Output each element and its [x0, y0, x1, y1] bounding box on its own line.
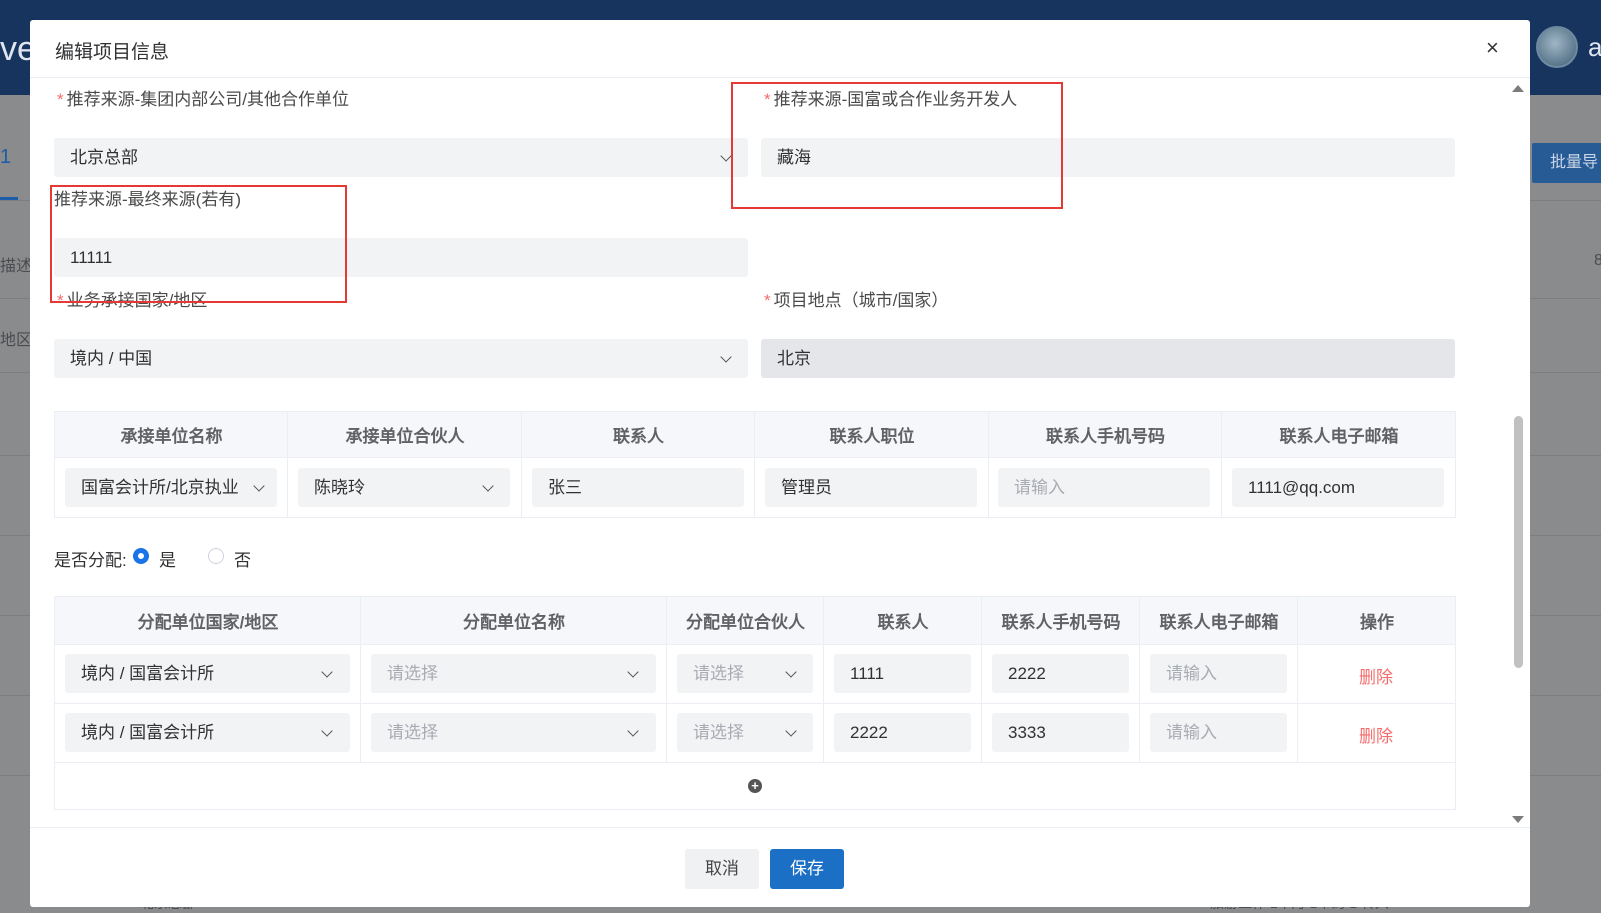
allocation-unit-select[interactable]: 请选择 [371, 654, 656, 693]
allocation-no-radio[interactable] [208, 548, 224, 564]
column-header: 联系人 [613, 427, 664, 446]
scroll-up-arrow-icon[interactable] [1512, 85, 1524, 92]
allocation-region-cascader[interactable]: 境内 / 国富会计所 [65, 654, 350, 693]
column-header: 联系人职位 [829, 427, 915, 446]
table-border [1455, 596, 1456, 810]
allocation-no-label[interactable]: 否 [234, 546, 251, 571]
undertake-position-input[interactable]: 管理员 [765, 468, 977, 507]
delete-link[interactable]: 删除 [1359, 722, 1393, 747]
column-header: 联系人手机号码 [1001, 613, 1121, 632]
allocation-label: 是否分配: [54, 551, 127, 570]
chevron-down-icon [627, 725, 639, 737]
table-border [287, 411, 288, 518]
undertake-partner-select[interactable]: 陈晓玲 [298, 468, 510, 507]
chevron-down-icon [482, 480, 494, 492]
user-name[interactable]: a [1588, 32, 1601, 63]
column-header: 承接单位合伙人 [345, 427, 465, 446]
cancel-button[interactable]: 取消 [685, 849, 759, 889]
background-tab: 1 [0, 146, 12, 168]
dialog-footer: 取消 保存 [30, 827, 1530, 907]
background-text: 地区 [0, 332, 33, 349]
column-header: 联系人 [877, 613, 929, 632]
close-icon[interactable]: × [1486, 35, 1499, 61]
allocation-phone-input[interactable]: 2222 [992, 654, 1129, 693]
table-border [1455, 411, 1456, 518]
table-border [54, 517, 1456, 518]
chevron-down-icon [720, 150, 732, 162]
table-border [823, 596, 824, 763]
column-header: 联系人电子邮箱 [1279, 427, 1399, 446]
undertake-unit-select[interactable]: 国富会计所/北京执业 [65, 468, 277, 507]
scrollbar-thumb[interactable] [1514, 416, 1523, 668]
column-header: 分配单位名称 [463, 613, 565, 632]
delete-link[interactable]: 删除 [1359, 663, 1393, 688]
table-border [1139, 596, 1140, 763]
column-header: 联系人电子邮箱 [1159, 613, 1279, 632]
allocation-phone-input[interactable]: 3333 [992, 713, 1129, 752]
project-location-input[interactable]: 北京 [761, 339, 1455, 378]
background-text: 描述 [0, 258, 33, 275]
table-border [54, 762, 1456, 763]
allocation-email-input[interactable]: 请输入 [1150, 654, 1287, 693]
background-text: 8 [1594, 252, 1601, 269]
undertake-table-header: 承接单位名称 承接单位合伙人 联系人 联系人职位 联系人手机号码 联系人电子邮箱 [54, 411, 1456, 458]
chevron-down-icon [321, 725, 333, 737]
allocation-partner-select[interactable]: 请选择 [677, 713, 813, 752]
allocation-yes-label[interactable]: 是 [159, 546, 176, 571]
allocation-table-header: 分配单位国家/地区 分配单位名称 分配单位合伙人 联系人 联系人手机号码 联系人… [54, 596, 1456, 645]
table-border [1221, 411, 1222, 518]
add-row-icon[interactable]: + [748, 779, 762, 793]
table-border [754, 411, 755, 518]
country-region-cascader[interactable]: 境内 / 中国 [54, 339, 748, 378]
edit-project-dialog: 编辑项目信息 × * 推荐来源-集团内部公司/其他合作单位 北京总部 * 推荐来源-… [30, 20, 1530, 907]
table-border [988, 411, 989, 518]
allocation-partner-select[interactable]: 请选择 [677, 654, 813, 693]
table-border [54, 703, 1456, 704]
chevron-down-icon [785, 666, 797, 678]
scroll-down-arrow-icon[interactable] [1512, 816, 1524, 823]
chevron-down-icon [720, 351, 732, 363]
project-location-label: * 项目地点（城市/国家） [764, 291, 949, 310]
chevron-down-icon [253, 480, 265, 492]
column-header: 承接单位名称 [120, 427, 223, 446]
allocation-email-input[interactable]: 请输入 [1150, 713, 1287, 752]
source-internal-label: * 推荐来源-集团内部公司/其他合作单位 [57, 90, 350, 109]
table-border [1297, 596, 1298, 763]
table-border [54, 596, 55, 810]
allocation-region-cascader[interactable]: 境内 / 国富会计所 [65, 713, 350, 752]
required-mark: * [764, 291, 771, 310]
source-internal-select[interactable]: 北京总部 [54, 138, 748, 177]
allocation-contact-input[interactable]: 2222 [834, 713, 971, 752]
save-button[interactable]: 保存 [770, 849, 844, 889]
avatar[interactable] [1536, 26, 1578, 68]
table-border [521, 411, 522, 518]
chevron-down-icon [321, 666, 333, 678]
allocation-unit-select[interactable]: 请选择 [371, 713, 656, 752]
undertake-email-input[interactable]: 1111@qq.com [1232, 468, 1444, 507]
table-border [981, 596, 982, 763]
table-border [54, 809, 1456, 810]
column-header: 联系人手机号码 [1046, 427, 1165, 446]
column-header: 分配单位国家/地区 [137, 613, 279, 632]
batch-import-button: 批量导 [1532, 143, 1601, 183]
highlight-box [731, 82, 1063, 209]
table-border [360, 596, 361, 763]
chevron-down-icon [627, 666, 639, 678]
dialog-title: 编辑项目信息 [55, 42, 170, 63]
highlight-box [50, 185, 347, 303]
dialog-header: 编辑项目信息 × [30, 20, 1530, 78]
allocation-contact-input[interactable]: 1111 [834, 654, 971, 693]
column-header: 操作 [1360, 613, 1394, 632]
table-border [54, 411, 55, 518]
chevron-down-icon [785, 725, 797, 737]
table-border [666, 596, 667, 763]
undertake-phone-input[interactable]: 请输入 [998, 468, 1210, 507]
allocation-yes-radio[interactable] [133, 548, 149, 564]
dialog-body: * 推荐来源-集团内部公司/其他合作单位 北京总部 * 推荐来源-国富或合作业务开发… [30, 79, 1530, 827]
column-header: 分配单位合伙人 [686, 613, 805, 632]
required-mark: * [57, 90, 64, 109]
undertake-contact-input[interactable]: 张三 [532, 468, 744, 507]
